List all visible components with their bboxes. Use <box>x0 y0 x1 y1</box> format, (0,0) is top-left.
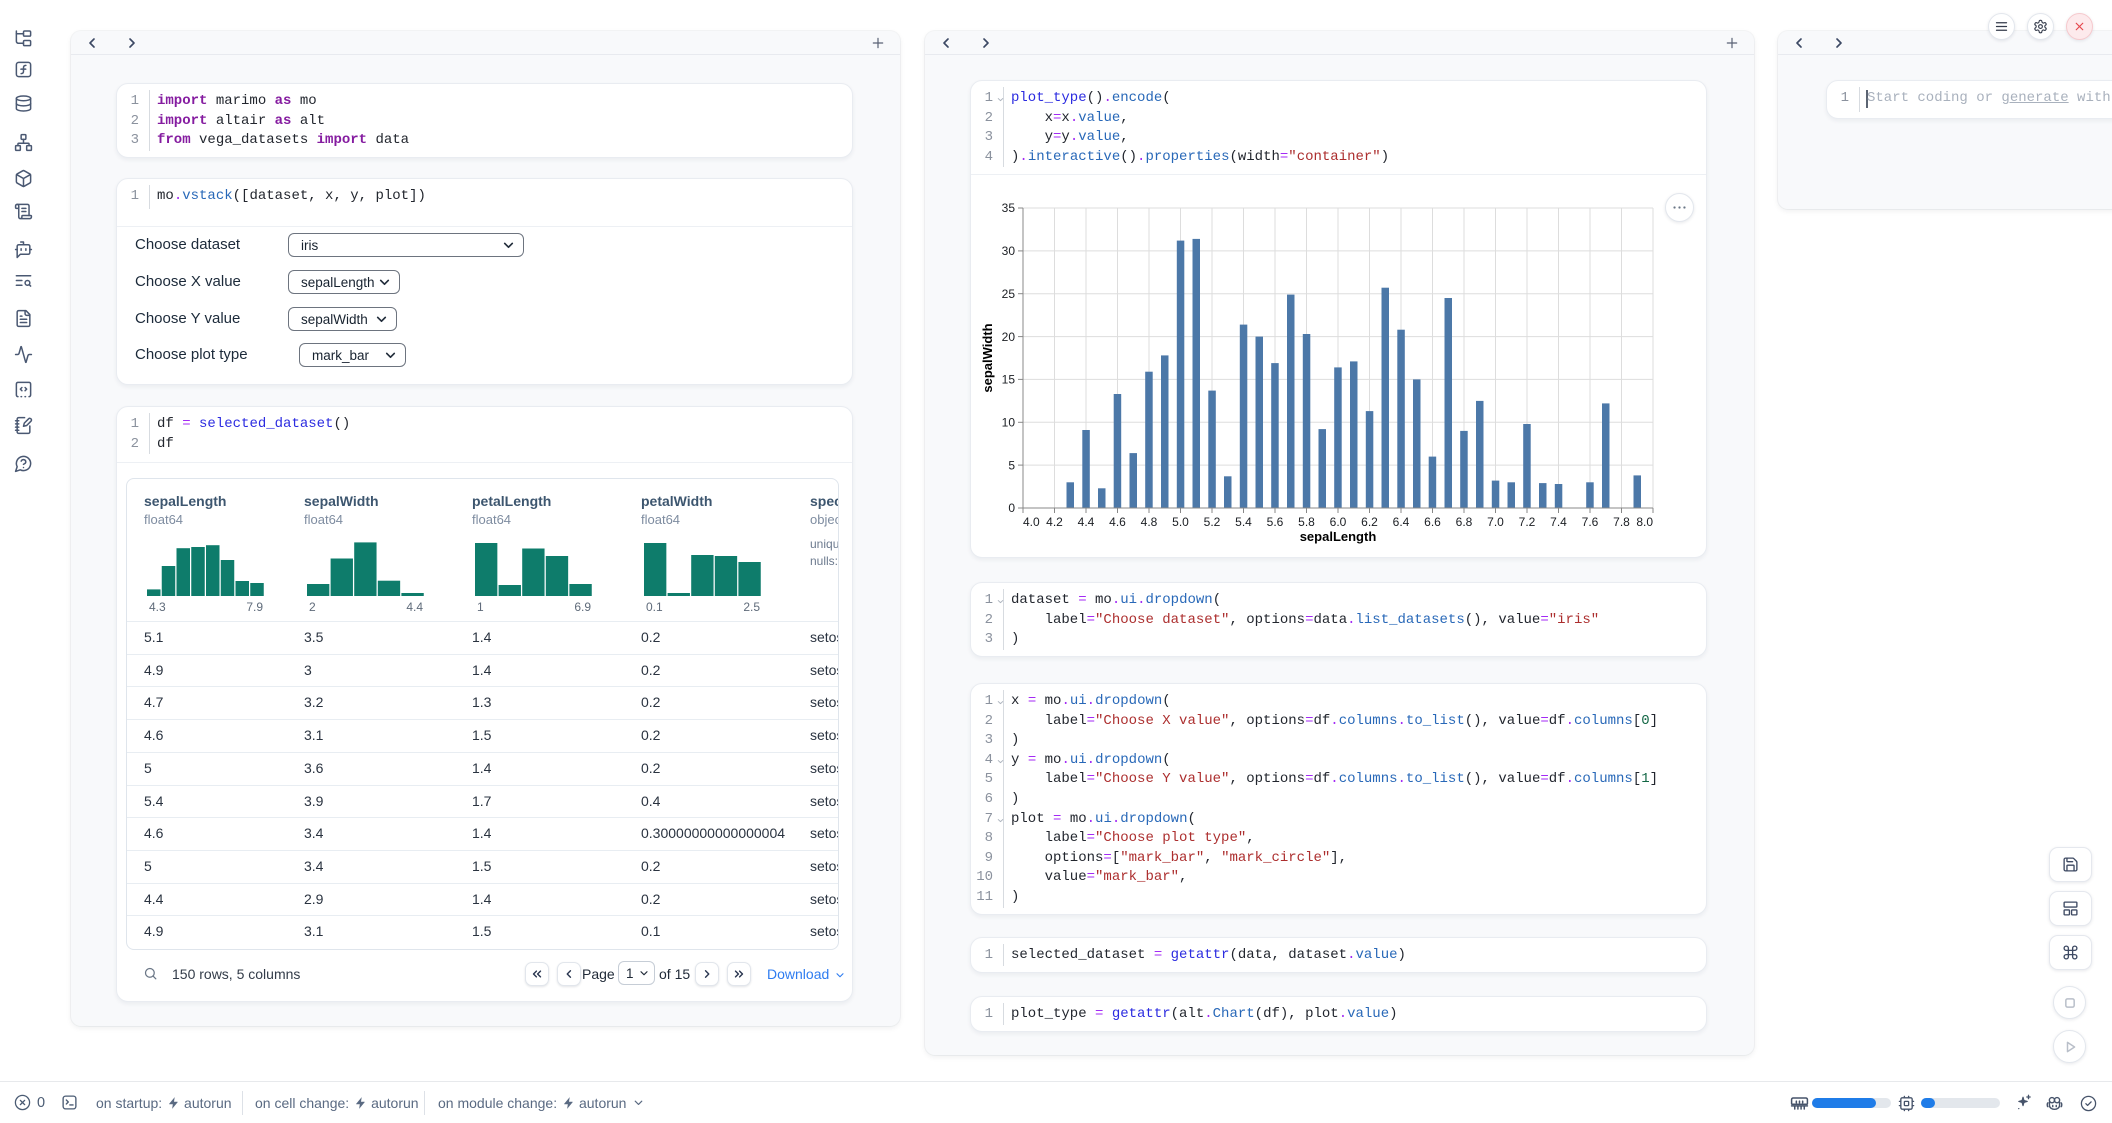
svg-text:10: 10 <box>1002 416 1016 430</box>
svg-text:6.0: 6.0 <box>1330 515 1347 529</box>
svg-text:5: 5 <box>1008 458 1015 472</box>
svg-text:5.6: 5.6 <box>1267 515 1284 529</box>
svg-text:15: 15 <box>1002 373 1016 387</box>
svg-text:6.8: 6.8 <box>1456 515 1473 529</box>
svg-text:7.6: 7.6 <box>1582 515 1599 529</box>
svg-text:7.4: 7.4 <box>1550 515 1567 529</box>
svg-text:4.2: 4.2 <box>1046 515 1063 529</box>
svg-text:7.8: 7.8 <box>1613 515 1630 529</box>
svg-text:5.2: 5.2 <box>1204 515 1221 529</box>
svg-text:sepalWidth: sepalWidth <box>980 323 995 392</box>
svg-text:5.8: 5.8 <box>1298 515 1315 529</box>
svg-text:5.4: 5.4 <box>1235 515 1252 529</box>
svg-text:6.4: 6.4 <box>1393 515 1410 529</box>
svg-text:8.0: 8.0 <box>1636 515 1653 529</box>
svg-text:0: 0 <box>1008 501 1015 515</box>
svg-text:7.2: 7.2 <box>1519 515 1536 529</box>
svg-text:6.6: 6.6 <box>1424 515 1441 529</box>
svg-text:5.0: 5.0 <box>1172 515 1189 529</box>
svg-text:sepalLength: sepalLength <box>1300 529 1377 544</box>
svg-text:4.4: 4.4 <box>1078 515 1095 529</box>
svg-text:30: 30 <box>1002 244 1016 258</box>
svg-text:25: 25 <box>1002 287 1016 301</box>
svg-text:6.2: 6.2 <box>1361 515 1378 529</box>
svg-text:4.8: 4.8 <box>1141 515 1158 529</box>
svg-text:20: 20 <box>1002 330 1016 344</box>
svg-text:7.0: 7.0 <box>1487 515 1504 529</box>
svg-text:35: 35 <box>1002 201 1016 215</box>
svg-text:4.0: 4.0 <box>1023 515 1040 529</box>
svg-text:4.6: 4.6 <box>1109 515 1126 529</box>
